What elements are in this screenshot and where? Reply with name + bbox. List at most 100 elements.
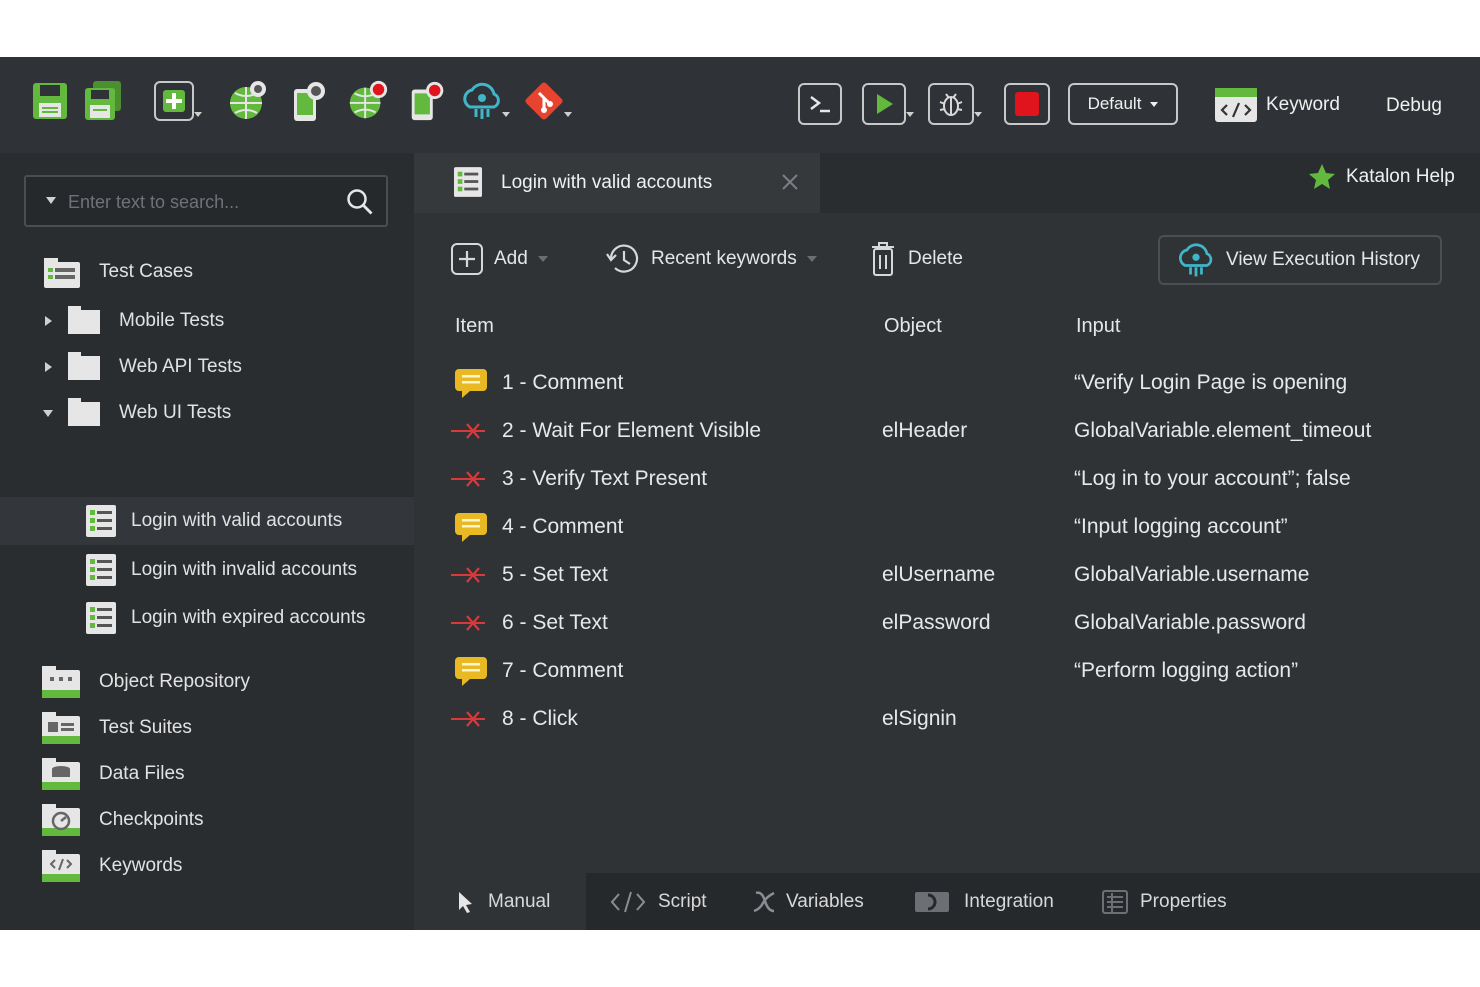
editor-action-bar: Add Recent keywords Delete View Executio… [414, 213, 1480, 303]
search-icon[interactable] [346, 188, 374, 221]
debug-perspective-button[interactable]: Debug [1386, 95, 1442, 117]
keyword-perspective-icon[interactable] [1214, 87, 1258, 128]
run-dropdown-icon[interactable] [906, 112, 914, 117]
step-item[interactable]: 8 - Click [502, 707, 578, 731]
git-icon[interactable] [522, 79, 572, 123]
editor-bottom-tabs: Manual Script Variables Integration Prop… [414, 873, 1480, 930]
view-execution-history-button[interactable]: View Execution History [1158, 235, 1442, 285]
keyword-icon [450, 421, 486, 446]
step-input[interactable]: “Input logging account” [1074, 515, 1288, 539]
tab-integration[interactable]: Integration [914, 873, 1054, 930]
debug-run-icon[interactable] [928, 83, 982, 125]
step-item[interactable]: 5 - Set Text [502, 563, 608, 587]
console-icon[interactable] [798, 83, 842, 125]
tree-object-repository[interactable]: Object Repository [0, 659, 414, 705]
katalon-help-link[interactable]: Katalon Help [1308, 163, 1455, 191]
table-row[interactable]: 4 - Comment “Input logging account” [414, 503, 1480, 551]
step-item[interactable]: 3 - Verify Text Present [502, 467, 707, 491]
step-item[interactable]: 6 - Set Text [502, 611, 608, 635]
tab-manual[interactable]: Manual [414, 873, 586, 930]
step-input[interactable]: “Log in to your account”; false [1074, 467, 1351, 491]
search-input[interactable] [66, 187, 330, 217]
run-icon[interactable] [862, 83, 914, 125]
table-row[interactable]: 5 - Set Text elUsername GlobalVariable.use… [414, 551, 1480, 599]
folder-open-icon [68, 398, 100, 432]
step-input[interactable]: “Perform logging action” [1074, 659, 1298, 683]
step-object[interactable]: elUsername [882, 563, 995, 587]
step-input[interactable]: “Verify Login Page is opening [1074, 371, 1347, 395]
chevron-down-icon[interactable] [43, 410, 53, 417]
step-input[interactable]: GlobalVariable.username [1074, 563, 1309, 587]
tab-login-with-valid-accounts[interactable]: Login with valid accounts [414, 153, 820, 213]
tab-label: Manual [488, 890, 551, 912]
step-item[interactable]: 4 - Comment [502, 515, 623, 539]
chevron-down-icon[interactable] [537, 256, 548, 262]
katalon-cloud-icon[interactable] [460, 79, 510, 123]
table-row[interactable]: 7 - Comment “Perform logging action” [414, 647, 1480, 695]
tree-checkpoints[interactable]: Checkpoints [0, 797, 414, 843]
keyword-perspective-button[interactable]: Keyword [1266, 94, 1340, 116]
record-mobile-icon[interactable] [406, 79, 450, 123]
column-header-item[interactable]: Item [455, 315, 494, 338]
step-item[interactable]: 7 - Comment [502, 659, 623, 683]
tab-variables[interactable]: Variables [752, 873, 864, 930]
chevron-down-icon[interactable] [806, 256, 817, 262]
tree-data-files[interactable]: Data Files [0, 751, 414, 797]
katalon-cloud-icon [1178, 243, 1213, 277]
recent-keywords-button[interactable]: Recent keywords [604, 241, 817, 277]
tab-properties[interactable]: Properties [1102, 873, 1227, 930]
step-input[interactable]: GlobalVariable.password [1074, 611, 1306, 635]
delete-button[interactable]: Delete [870, 241, 963, 277]
save-icon[interactable] [28, 79, 72, 123]
spy-web-icon[interactable] [226, 79, 270, 123]
column-header-input[interactable]: Input [1076, 315, 1120, 338]
add-icon [451, 243, 483, 275]
tree-label: Keywords [99, 855, 183, 876]
properties-icon [1102, 889, 1128, 914]
record-web-icon[interactable] [346, 79, 390, 123]
stop-icon[interactable] [1004, 83, 1050, 125]
search-filter-dropdown-icon[interactable] [46, 197, 56, 204]
tree-label: Web API Tests [119, 356, 242, 377]
table-row[interactable]: 2 - Wait For Element Visible elHeader Glob… [414, 407, 1480, 455]
profile-select[interactable]: Default [1068, 83, 1178, 125]
test-case-icon [454, 167, 482, 202]
column-header-object[interactable]: Object [884, 315, 942, 338]
table-row[interactable]: 3 - Verify Text Present “Log in to your a… [414, 455, 1480, 503]
new-dropdown-icon[interactable] [194, 112, 202, 117]
chevron-down-icon [1150, 101, 1159, 107]
add-button[interactable]: Add [450, 241, 548, 277]
step-object[interactable]: elPassword [882, 611, 991, 635]
tree-test-cases[interactable]: Test Cases [0, 249, 414, 295]
table-row[interactable]: 6 - Set Text elPassword GlobalVariable.pas… [414, 599, 1480, 647]
save-all-icon[interactable] [82, 79, 126, 123]
editor-tab-bar: Login with valid accounts Katalon Help [414, 153, 1480, 213]
step-object[interactable]: elHeader [882, 419, 967, 443]
tree-folder-mobile-tests[interactable]: Mobile Tests [0, 298, 414, 344]
spy-mobile-icon[interactable] [288, 79, 332, 123]
tab-script[interactable]: Script [610, 873, 707, 930]
cloud-dropdown-icon[interactable] [502, 112, 510, 117]
step-object[interactable]: elSignin [882, 707, 957, 731]
tree-folder-web-api-tests[interactable]: Web API Tests [0, 344, 414, 390]
chevron-right-icon[interactable] [45, 316, 52, 326]
tree-keywords[interactable]: Keywords [0, 843, 414, 889]
step-item[interactable]: 2 - Wait For Element Visible [502, 419, 761, 443]
table-row[interactable]: 8 - Click elSignin [414, 695, 1480, 743]
keyword-icon [450, 469, 486, 494]
tree-test-case-invalid[interactable]: Login with invalid accounts [0, 546, 414, 594]
tree-label: Login with invalid accounts [131, 559, 358, 580]
tree-test-case-expired[interactable]: Login with expired accounts [0, 594, 414, 642]
new-icon[interactable] [152, 79, 202, 123]
chevron-right-icon[interactable] [45, 362, 52, 372]
debug-dropdown-icon[interactable] [974, 112, 982, 117]
close-icon[interactable] [781, 173, 799, 196]
tree-folder-web-ui-tests[interactable]: Web UI Tests [0, 390, 414, 436]
help-label: Katalon Help [1346, 166, 1455, 187]
table-row[interactable]: 1 - Comment “Verify Login Page is opening [414, 359, 1480, 407]
tree-test-case-valid[interactable]: Login with valid accounts [0, 497, 414, 545]
step-item[interactable]: 1 - Comment [502, 371, 623, 395]
tree-test-suites[interactable]: Test Suites [0, 705, 414, 751]
step-input[interactable]: GlobalVariable.element_timeout [1074, 419, 1371, 443]
git-dropdown-icon[interactable] [564, 112, 572, 117]
